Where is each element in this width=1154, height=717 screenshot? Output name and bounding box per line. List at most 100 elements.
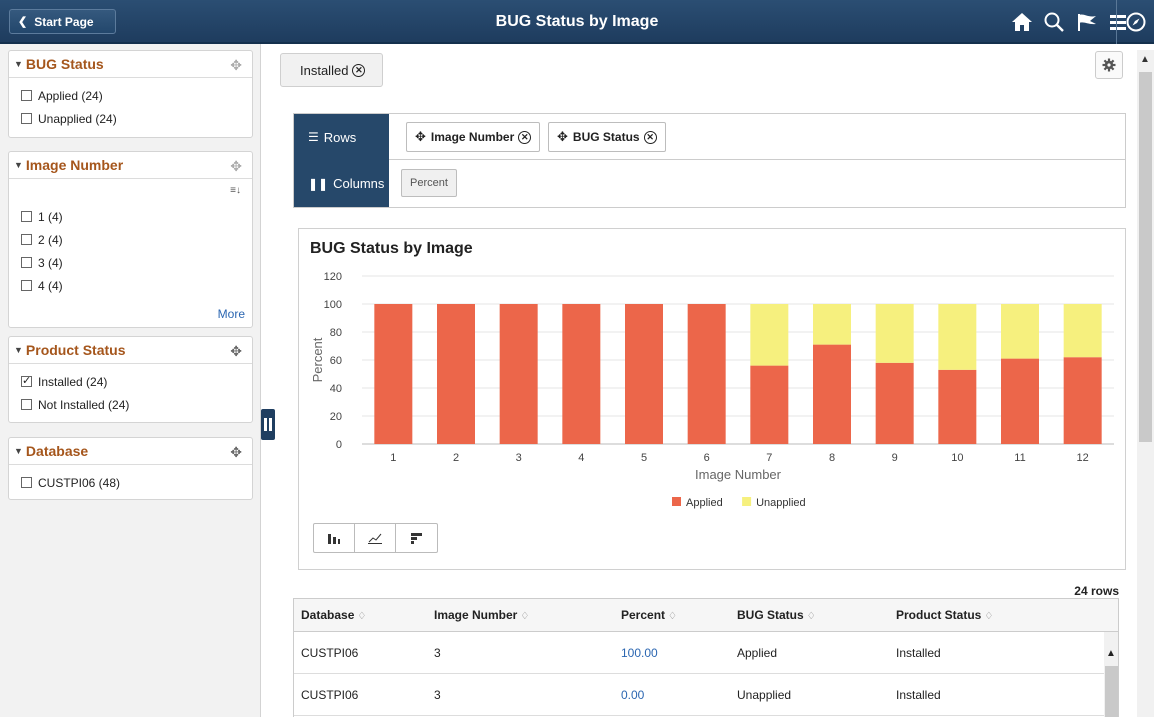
y-tick-label: 120 [324,271,342,283]
collapse-triangle-icon[interactable]: ▼ [14,59,23,69]
facet-option-label: 2 (4) [38,232,63,247]
bar-applied [687,304,726,444]
bar-unapplied [938,304,977,370]
scroll-up-icon[interactable]: ▲ [1140,54,1150,65]
bar-applied [499,304,538,444]
checkbox[interactable] [21,234,32,245]
columns-zone: ❚❚ Columns Percent [294,160,1125,207]
facet-database: ▼ Database ✥ CUSTPI06 (48) [8,437,253,500]
cell-bug-status: Unapplied [737,688,792,702]
cell-product-status: Installed [896,646,941,660]
facet-header[interactable]: ▼ Product Status ✥ [9,337,252,364]
chart-type-toolbar [313,523,438,553]
checkbox[interactable] [21,399,32,410]
bar-applied [625,304,663,444]
horizontal-bar-chart-icon[interactable] [396,524,437,552]
facet-option-label: CUSTPI06 (48) [38,475,121,490]
cell-product-status: Installed [896,688,941,702]
facet-option[interactable]: Unapplied (24) [9,107,252,130]
settings-button[interactable] [1095,51,1123,79]
columns-label: Columns [333,176,385,191]
facet-header[interactable]: ▼ Database ✥ [9,438,252,465]
sort-icon[interactable]: ≡↓ [230,185,241,196]
facet-option[interactable]: Not Installed (24) [9,393,252,416]
facet-option[interactable]: CUSTPI06 (48) [9,471,252,494]
checkbox[interactable] [21,113,32,124]
cell-percent-link[interactable]: 100.00 [621,646,658,660]
row-field-chip[interactable]: ✥ BUG Status ✕ [548,122,666,152]
x-tick-label: 4 [578,452,584,464]
row-field-label: BUG Status [572,130,640,144]
scroll-up-icon[interactable]: ▲ [1106,648,1116,659]
facet-image-number: ▼ Image Number ✥ ≡↓ 1 (4) 2 (4) 3 (4) 4 … [8,151,253,328]
column-header[interactable]: Percent ♢ [621,608,677,622]
y-tick-label: 20 [330,411,342,423]
checkbox[interactable] [21,211,32,222]
grid-scrollbar-thumb[interactable] [1105,666,1118,717]
home-icon[interactable] [1011,11,1033,33]
search-icon[interactable] [1043,11,1065,33]
legend-label: Applied [686,497,723,509]
remove-field-icon[interactable]: ✕ [518,130,532,144]
checkbox[interactable] [21,374,32,387]
x-tick-label: 5 [641,452,647,464]
flag-icon[interactable] [1076,11,1098,33]
facet-header[interactable]: ▼ BUG Status ✥ [9,51,252,78]
facet-header[interactable]: ▼ Image Number ✥ [9,152,252,179]
collapse-triangle-icon[interactable]: ▼ [14,345,23,355]
move-icon[interactable]: ✥ [230,57,242,74]
column-header[interactable]: Product Status ♢ [896,608,993,622]
remove-filter-icon[interactable]: ✕ [352,63,366,77]
gear-icon [1102,58,1116,72]
checkbox[interactable] [21,90,32,101]
checkbox[interactable] [21,257,32,268]
rows-label-box: ☰ Rows [294,114,389,160]
results-grid: Database ♢ Image Number ♢ Percent ♢ BUG Sta… [293,598,1119,717]
column-field-chip[interactable]: Percent [401,169,457,197]
bar-applied [562,304,601,444]
more-link[interactable]: More [218,307,245,321]
bar-applied [875,362,914,444]
x-tick-label: 2 [453,452,459,464]
facet-option[interactable]: 4 (4) [9,274,252,297]
start-page-button[interactable]: ❮ Start Page [9,9,116,34]
checkbox[interactable] [21,280,32,291]
move-icon[interactable]: ✥ [230,444,242,461]
collapse-triangle-icon[interactable]: ▼ [14,160,23,170]
bar-applied [374,304,413,444]
compass-icon[interactable] [1125,11,1147,33]
line-chart-icon[interactable] [355,524,396,552]
facet-option[interactable]: Applied (24) [9,84,252,107]
facet-option[interactable]: 1 (4) [9,205,252,228]
facet-option[interactable]: 3 (4) [9,251,252,274]
facet-option[interactable]: Installed (24) [9,370,252,393]
cell-percent-link[interactable]: 0.00 [621,688,644,702]
x-tick-label: 3 [516,452,522,464]
active-filter-chip[interactable]: Installed ✕ [280,53,383,87]
table-row[interactable]: CUSTPI06 3 100.00 Applied Installed [294,632,1104,674]
move-icon[interactable]: ✥ [230,158,242,175]
scrollbar-thumb[interactable] [1139,72,1152,442]
sort-icon: ♢ [984,611,994,622]
panel-collapse-handle[interactable] [261,409,275,440]
facet-title: Image Number [25,157,124,173]
chevron-left-icon: ❮ [18,16,28,28]
column-header[interactable]: BUG Status ♢ [737,608,816,622]
facet-option[interactable]: 2 (4) [9,228,252,251]
facet-option-label: 3 (4) [38,255,63,270]
remove-field-icon[interactable]: ✕ [643,130,657,144]
table-row[interactable]: CUSTPI06 3 0.00 Unapplied Installed [294,674,1104,716]
checkbox[interactable] [21,477,32,488]
bar-chart-icon[interactable] [314,524,355,552]
move-icon[interactable]: ✥ [557,129,568,145]
app-header: ❮ Start Page BUG Status by Image [0,0,1154,44]
grid-header: Database ♢ Image Number ♢ Percent ♢ BUG Sta… [294,599,1118,632]
move-icon[interactable]: ✥ [415,129,426,145]
grid-scrollbar[interactable]: ▲ [1104,632,1118,717]
move-icon[interactable]: ✥ [230,343,242,360]
row-field-chip[interactable]: ✥ Image Number ✕ [406,122,541,152]
sort-icon: ♢ [806,611,816,622]
column-header[interactable]: Image Number ♢ [434,608,529,622]
column-header[interactable]: Database ♢ [301,608,366,622]
collapse-triangle-icon[interactable]: ▼ [14,446,23,456]
